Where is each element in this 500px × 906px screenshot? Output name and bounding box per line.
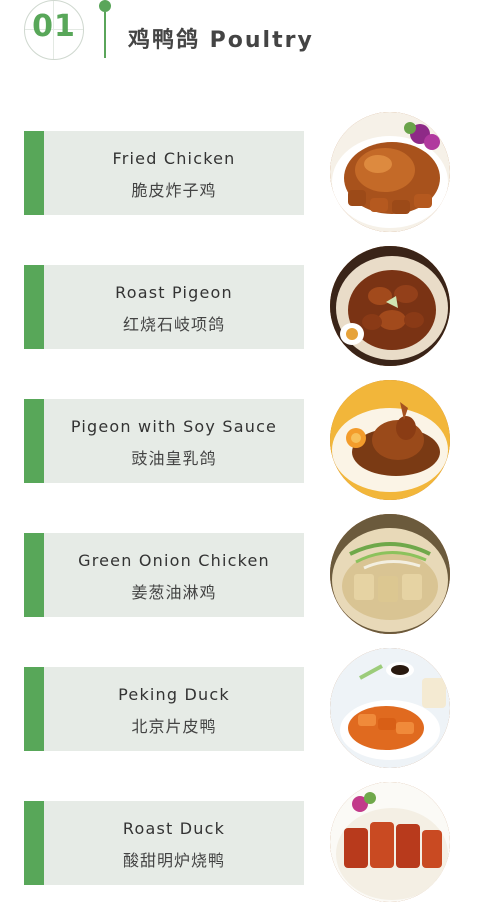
section-number-badge: 01 [24,0,84,60]
dish-name-en: Peking Duck [118,685,230,704]
dish-name-zh: 酸甜明炉烧鸭 [122,851,225,870]
green-onion-chicken-photo[interactable] [330,514,450,634]
section-number: 01 [32,9,76,44]
dish-card[interactable]: Fried Chicken 脆皮炸子鸡 [24,131,304,215]
dish-name-zh: 红烧石岐项鸽 [122,315,225,334]
dish-card[interactable]: Pigeon with Soy Sauce 豉油皇乳鸽 [24,399,304,483]
accent-bar [24,131,44,215]
dish-name-zh: 北京片皮鸭 [131,717,217,736]
accent-bar [24,667,44,751]
menu-item[interactable]: Roast Duck 酸甜明炉烧鸭 [24,782,484,906]
fried-chicken-photo[interactable] [330,112,450,232]
dish-name-en: Fried Chicken [112,149,236,168]
dish-card[interactable]: Peking Duck 北京片皮鸭 [24,667,304,751]
soy-pigeon-photo[interactable] [330,380,450,500]
peking-duck-photo[interactable] [330,648,450,768]
dish-name-zh: 姜葱油淋鸡 [131,583,217,602]
menu-item[interactable]: Pigeon with Soy Sauce 豉油皇乳鸽 [24,380,484,504]
accent-bar [24,801,44,885]
divider-dot [99,0,111,12]
dish-name-en: Green Onion Chicken [78,551,270,570]
dish-card[interactable]: Green Onion Chicken 姜葱油淋鸡 [24,533,304,617]
roast-duck-photo[interactable] [330,782,450,902]
menu-item[interactable]: Roast Pigeon 红烧石岐项鸽 [24,246,484,370]
accent-bar [24,399,44,483]
dish-name-en: Roast Pigeon [115,283,233,302]
dish-card[interactable]: Roast Pigeon 红烧石岐项鸽 [24,265,304,349]
section-title: 鸡鸭鸽 Poultry [128,28,314,53]
divider-line [104,12,106,58]
dish-name-zh: 豉油皇乳鸽 [131,449,217,468]
dish-card[interactable]: Roast Duck 酸甜明炉烧鸭 [24,801,304,885]
accent-bar [24,533,44,617]
dish-name-zh: 脆皮炸子鸡 [131,181,217,200]
menu-item[interactable]: Green Onion Chicken 姜葱油淋鸡 [24,514,484,638]
accent-bar [24,265,44,349]
roast-pigeon-photo[interactable] [330,246,450,366]
menu-item[interactable]: Fried Chicken 脆皮炸子鸡 [24,112,484,236]
menu-item[interactable]: Peking Duck 北京片皮鸭 [24,648,484,772]
dish-name-en: Pigeon with Soy Sauce [70,417,278,436]
section-header: 01 鸡鸭鸽 Poultry [0,0,500,70]
dish-name-en: Roast Duck [122,819,226,838]
